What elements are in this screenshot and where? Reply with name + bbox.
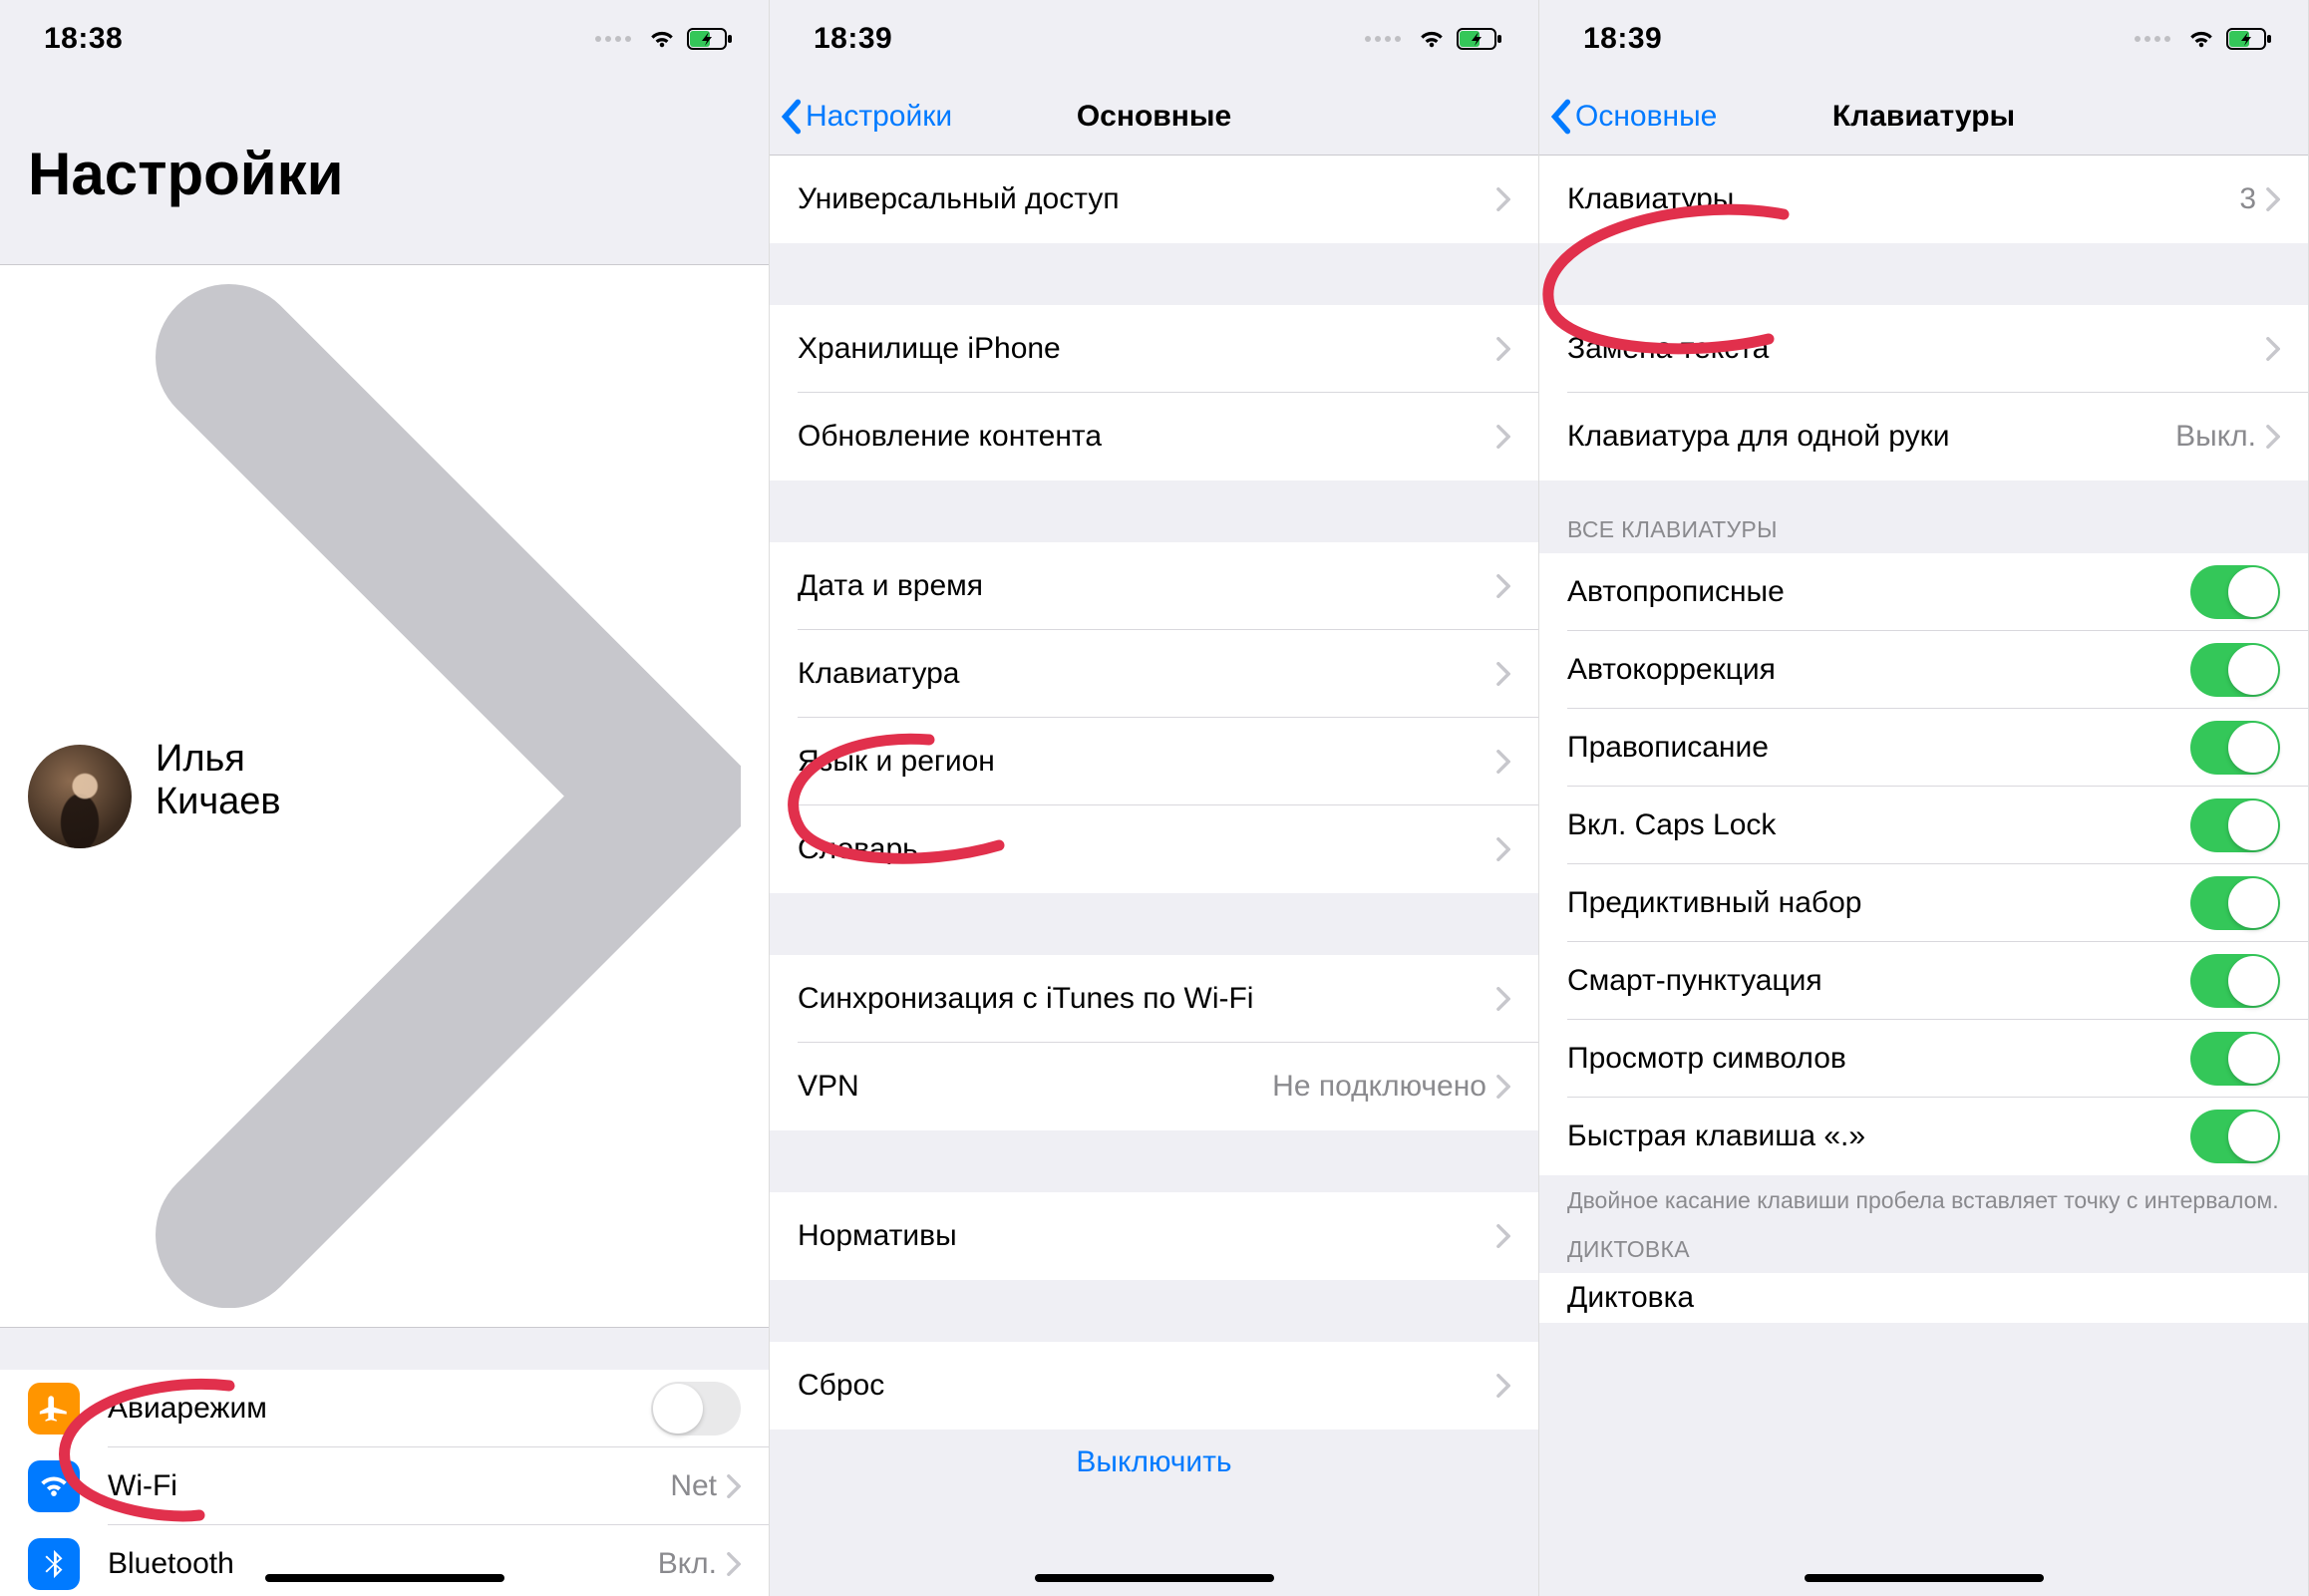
- bluetooth-icon: [28, 1538, 80, 1590]
- navbar: Настройки Основные: [770, 78, 1538, 156]
- bluetooth-value: Вкл.: [658, 1547, 717, 1581]
- toggle-smartpunct[interactable]: Смарт-пунктуация: [1539, 942, 2308, 1020]
- toggle-spellcheck[interactable]: Правописание: [1539, 709, 2308, 787]
- chevron-left-icon: [780, 98, 802, 136]
- home-indicator[interactable]: [1805, 1574, 2044, 1582]
- datetime-row[interactable]: Дата и время: [770, 542, 1538, 630]
- statusbar: 18:39: [1539, 0, 2308, 78]
- storage-row[interactable]: Хранилище iPhone: [770, 305, 1538, 393]
- toggle[interactable]: [2190, 876, 2280, 930]
- bg-refresh-row[interactable]: Обновление контента: [770, 393, 1538, 480]
- chevron-right-icon: [1496, 1224, 1510, 1248]
- toggle-period-shortcut[interactable]: Быстрая клавиша «.»: [1539, 1098, 2308, 1175]
- toggle[interactable]: [2190, 643, 2280, 697]
- apple-id-row[interactable]: Илья Кичаев Apple ID, iCloud, iTunes Sto…: [0, 264, 769, 1328]
- cellular-dots-icon: [595, 36, 631, 42]
- toggle[interactable]: [2190, 721, 2280, 775]
- wifi-label: Wi-Fi: [108, 1469, 670, 1503]
- wifi-icon: [28, 1460, 80, 1512]
- text-replacement-row[interactable]: Замена текста: [1539, 305, 2308, 393]
- home-indicator[interactable]: [1035, 1574, 1274, 1582]
- chevron-right-icon: [1496, 574, 1510, 598]
- language-row[interactable]: Язык и регион: [770, 718, 1538, 805]
- chevron-right-icon: [1496, 987, 1510, 1011]
- wifi-row[interactable]: Wi-Fi Net: [0, 1447, 769, 1525]
- chevron-right-icon: [1496, 1075, 1510, 1099]
- section-dictation: ДИКТОВКА: [1539, 1224, 2308, 1273]
- page-title: Настройки: [0, 78, 769, 222]
- toggle-charpreview[interactable]: Просмотр символов: [1539, 1020, 2308, 1098]
- cellular-dots-icon: [2135, 36, 2170, 42]
- chevron-right-icon: [1496, 662, 1510, 686]
- dictionary-row[interactable]: Словарь: [770, 805, 1538, 893]
- chevron-right-icon: [1496, 337, 1510, 361]
- wifi-icon: [647, 28, 677, 50]
- back-button[interactable]: Основные: [1539, 98, 1717, 136]
- airplane-toggle[interactable]: [651, 1382, 741, 1436]
- chevron-right-icon: [1496, 837, 1510, 861]
- chevron-right-icon: [1496, 425, 1510, 449]
- reset-row[interactable]: Сброс: [770, 1342, 1538, 1430]
- toggle-predictive[interactable]: Предиктивный набор: [1539, 864, 2308, 942]
- chevron-right-icon: [1496, 750, 1510, 774]
- toggle-dictation[interactable]: Диктовка: [1539, 1273, 2308, 1323]
- toggle-autocorrect[interactable]: Автокоррекция: [1539, 631, 2308, 709]
- airplane-label: Авиарежим: [108, 1392, 651, 1426]
- status-time: 18:39: [814, 22, 892, 56]
- vpn-row[interactable]: VPN Не подключено: [770, 1043, 1538, 1130]
- section-footer: Двойное касание клавиши пробела вставляе…: [1539, 1175, 2308, 1224]
- wifi-value: Net: [670, 1469, 717, 1503]
- status-time: 18:39: [1583, 22, 1662, 56]
- chevron-left-icon: [1549, 98, 1571, 136]
- chevron-right-icon: [727, 1474, 741, 1498]
- toggle-autocap[interactable]: Автопрописные: [1539, 553, 2308, 631]
- general-screen: 18:39 Настройки Основные Универсальный д…: [770, 0, 1539, 1596]
- toggle[interactable]: [2190, 1032, 2280, 1086]
- wifi-icon: [1417, 28, 1447, 50]
- one-handed-row[interactable]: Клавиатура для одной руки Выкл.: [1539, 393, 2308, 480]
- back-label: Основные: [1575, 100, 1717, 134]
- chevron-right-icon: [1496, 1374, 1510, 1398]
- chevron-right-icon: [156, 284, 741, 1308]
- statusbar: 18:38: [0, 0, 769, 78]
- navbar: Основные Клавиатуры: [1539, 78, 2308, 156]
- wifi-icon: [2186, 28, 2216, 50]
- toggle[interactable]: [2190, 798, 2280, 852]
- bluetooth-row[interactable]: Bluetooth Вкл.: [0, 1525, 769, 1596]
- cellular-dots-icon: [1365, 36, 1401, 42]
- regulatory-row[interactable]: Нормативы: [770, 1192, 1538, 1280]
- accessibility-row[interactable]: Универсальный доступ: [770, 156, 1538, 243]
- avatar: [28, 745, 132, 848]
- shutdown-button[interactable]: Выключить: [770, 1430, 1538, 1479]
- airplane-icon: [28, 1383, 80, 1435]
- keyboards-screen: 18:39 Основные Клавиатуры Клавиатуры 3 З…: [1539, 0, 2309, 1596]
- chevron-right-icon: [2266, 187, 2280, 211]
- back-button[interactable]: Настройки: [770, 98, 952, 136]
- settings-root-screen: 18:38 Настройки Илья Кичаев Apple ID, iC…: [0, 0, 770, 1596]
- keyboards-list-row[interactable]: Клавиатуры 3: [1539, 156, 2308, 243]
- chevron-right-icon: [2266, 337, 2280, 361]
- section-all-keyboards: ВСЕ КЛАВИАТУРЫ: [1539, 480, 2308, 553]
- chevron-right-icon: [1496, 187, 1510, 211]
- statusbar: 18:39: [770, 0, 1538, 78]
- chevron-right-icon: [2266, 425, 2280, 449]
- toggle-capslock[interactable]: Вкл. Caps Lock: [1539, 787, 2308, 864]
- status-time: 18:38: [44, 22, 123, 56]
- itunes-wifi-sync-row[interactable]: Синхронизация с iTunes по Wi-Fi: [770, 955, 1538, 1043]
- toggle[interactable]: [2190, 954, 2280, 1008]
- keyboard-row[interactable]: Клавиатура: [770, 630, 1538, 718]
- battery-icon: [2226, 28, 2272, 50]
- toggle[interactable]: [2190, 1110, 2280, 1163]
- airplane-mode-row[interactable]: Авиарежим: [0, 1370, 769, 1447]
- toggle[interactable]: [2190, 565, 2280, 619]
- back-label: Настройки: [806, 100, 952, 134]
- home-indicator[interactable]: [265, 1574, 504, 1582]
- chevron-right-icon: [727, 1552, 741, 1576]
- battery-icon: [687, 28, 733, 50]
- battery-icon: [1457, 28, 1502, 50]
